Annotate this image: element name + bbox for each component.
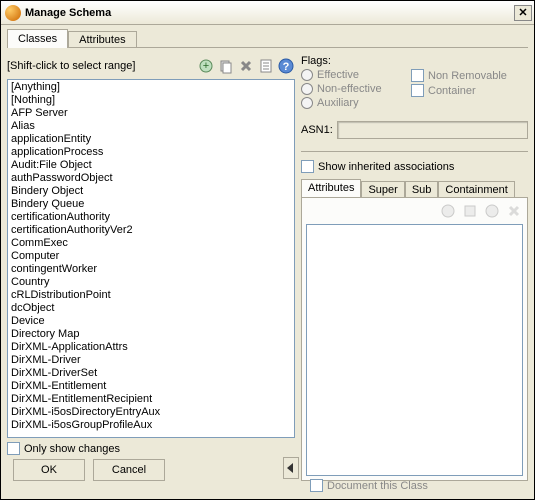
list-item[interactable]: Bindery Object <box>9 185 293 198</box>
attribute-list[interactable] <box>306 224 523 476</box>
list-item[interactable]: Country <box>9 276 293 289</box>
notes-icon[interactable] <box>257 57 275 75</box>
svg-text:?: ? <box>283 61 290 73</box>
list-item[interactable]: authPasswordObject <box>9 172 293 185</box>
document-class-label: Document this Class <box>327 480 428 492</box>
effective-label: Effective <box>317 69 359 81</box>
list-item[interactable]: DirXML-i5osGroupProfileAux <box>9 419 293 432</box>
svg-text:+: + <box>203 60 209 72</box>
non-removable-checkbox[interactable] <box>411 69 424 82</box>
left-toolbar: [Shift-click to select range] + ? <box>7 55 295 77</box>
copy-icon[interactable] <box>217 57 235 75</box>
list-item[interactable]: Alias <box>9 120 293 133</box>
container-checkbox[interactable] <box>411 84 424 97</box>
delete-icon[interactable] <box>237 57 255 75</box>
list-item[interactable]: [Anything] <box>9 81 293 94</box>
list-item[interactable]: DirXML-Entitlement <box>9 380 293 393</box>
collapse-button[interactable] <box>283 457 299 479</box>
attr-add-mandatory-icon[interactable] <box>439 202 457 220</box>
list-item[interactable]: dcObject <box>9 302 293 315</box>
show-inherited-checkbox[interactable] <box>301 160 314 173</box>
list-item[interactable]: Bindery Queue <box>9 198 293 211</box>
effective-radio[interactable] <box>301 69 313 81</box>
list-item[interactable]: [Nothing] <box>9 94 293 107</box>
list-item[interactable]: Device <box>9 315 293 328</box>
auxiliary-radio[interactable] <box>301 97 313 109</box>
attribute-toolbar <box>306 202 523 220</box>
document-class-checkbox[interactable] <box>310 479 323 492</box>
selection-hint: [Shift-click to select range] <box>7 60 195 72</box>
class-list[interactable]: [Anything][Nothing]AFP ServerAliasapplic… <box>7 79 295 438</box>
list-item[interactable]: applicationProcess <box>9 146 293 159</box>
non-effective-label: Non-effective <box>317 83 382 95</box>
attr-delete-icon[interactable] <box>505 202 523 220</box>
subtab-attributes[interactable]: Attributes <box>301 179 361 198</box>
attr-add-optional-icon[interactable] <box>461 202 479 220</box>
flags-label: Flags: <box>301 55 528 67</box>
auxiliary-label: Auxiliary <box>317 97 359 109</box>
subtab-super[interactable]: Super <box>361 181 404 198</box>
attr-add-naming-icon[interactable] <box>483 202 501 220</box>
only-show-changes-label: Only show changes <box>24 443 120 455</box>
non-removable-label: Non Removable <box>428 70 507 82</box>
close-button[interactable]: ✕ <box>514 5 532 21</box>
asn1-label: ASN1: <box>301 124 333 136</box>
list-item[interactable]: AFP Server <box>9 107 293 120</box>
asn1-field[interactable] <box>337 121 528 139</box>
list-item[interactable]: DirXML-EntitlementRecipient <box>9 393 293 406</box>
list-item[interactable]: DirXML-Driver <box>9 354 293 367</box>
title-bar: Manage Schema ✕ <box>1 1 534 25</box>
help-icon[interactable]: ? <box>277 57 295 75</box>
main-tabs: Classes Attributes <box>1 25 534 48</box>
container-label: Container <box>428 85 476 97</box>
tab-classes[interactable]: Classes <box>7 29 68 48</box>
app-icon <box>5 5 21 21</box>
list-item[interactable]: CommExec <box>9 237 293 250</box>
ok-button[interactable]: OK <box>13 459 85 481</box>
list-item[interactable]: Audit:File Object <box>9 159 293 172</box>
list-item[interactable]: applicationEntity <box>9 133 293 146</box>
non-effective-radio[interactable] <box>301 83 313 95</box>
tab-attributes[interactable]: Attributes <box>68 31 136 48</box>
list-item[interactable]: contingentWorker <box>9 263 293 276</box>
list-item[interactable]: Computer <box>9 250 293 263</box>
list-item[interactable]: DirXML-DriverSet <box>9 367 293 380</box>
add-icon[interactable]: + <box>197 57 215 75</box>
subtab-sub[interactable]: Sub <box>405 181 439 198</box>
list-item[interactable]: DirXML-i5osDirectoryEntryAux <box>9 406 293 419</box>
show-inherited-label: Show inherited associations <box>318 161 454 173</box>
list-item[interactable]: certificationAuthority <box>9 211 293 224</box>
list-item[interactable]: certificationAuthorityVer2 <box>9 224 293 237</box>
window-title: Manage Schema <box>25 7 514 19</box>
sub-tabs: Attributes Super Sub Containment <box>301 179 528 198</box>
list-item[interactable]: DirXML-ApplicationAttrs <box>9 341 293 354</box>
list-item[interactable]: cRLDistributionPoint <box>9 289 293 302</box>
only-show-changes-checkbox[interactable] <box>7 442 20 455</box>
cancel-button[interactable]: Cancel <box>93 459 165 481</box>
subtab-containment[interactable]: Containment <box>438 181 514 198</box>
list-item[interactable]: Directory Map <box>9 328 293 341</box>
